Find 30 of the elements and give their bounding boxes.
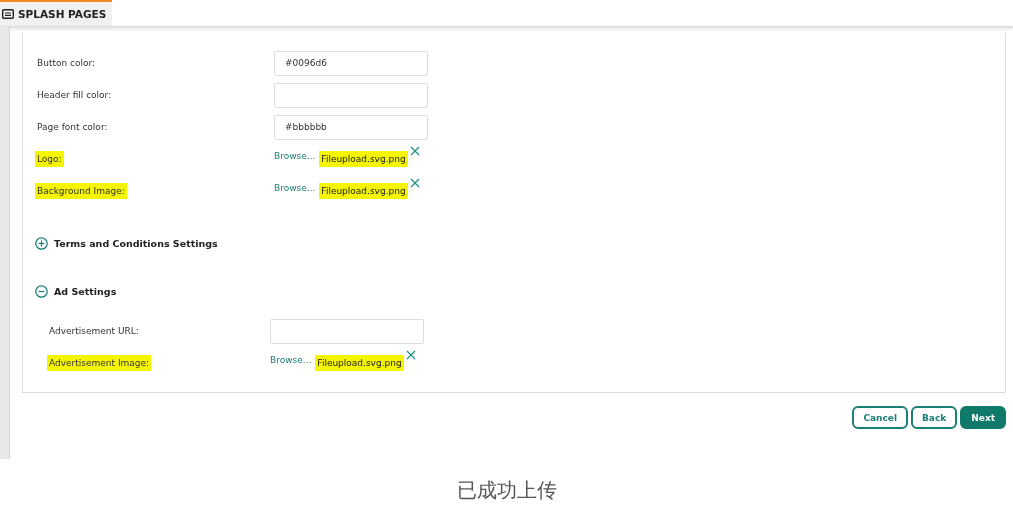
text-field[interactable]: #0096d6 bbox=[274, 50, 428, 76]
field-label: Advertisement URL: bbox=[48, 325, 140, 338]
file-name: Fileupload.svg.png bbox=[319, 151, 408, 167]
field-label: Button color: bbox=[36, 57, 97, 70]
secondary-button[interactable]: Cancel bbox=[852, 406, 908, 429]
caption: 已成功上传 bbox=[456, 478, 557, 502]
field-label: Page font color: bbox=[36, 121, 109, 134]
next-button[interactable]: Next bbox=[960, 406, 1006, 429]
file-name: Fileupload.svg.png bbox=[319, 183, 408, 199]
field-label: Header fill color: bbox=[36, 89, 113, 102]
collapse-icon[interactable] bbox=[35, 284, 48, 298]
field-label: Background Image: bbox=[35, 183, 127, 199]
text-field[interactable] bbox=[274, 82, 428, 108]
file-name: Fileupload.svg.png bbox=[315, 355, 404, 371]
browse-link[interactable]: Browse... bbox=[270, 355, 312, 365]
secondary-button[interactable]: Back bbox=[911, 406, 958, 429]
browse-link[interactable]: Browse... bbox=[274, 151, 316, 161]
expand-icon[interactable] bbox=[35, 236, 48, 250]
browse-link[interactable]: Browse... bbox=[274, 183, 316, 193]
section-title: Ad Settings bbox=[54, 285, 117, 297]
text-field[interactable]: #bbbbbb bbox=[274, 114, 428, 140]
text-field[interactable] bbox=[270, 318, 424, 344]
window-icon bbox=[2, 9, 14, 19]
section-title: Terms and Conditions Settings bbox=[54, 237, 218, 249]
close-icon[interactable] bbox=[405, 350, 416, 360]
close-icon[interactable] bbox=[409, 146, 420, 156]
close-icon[interactable] bbox=[409, 178, 420, 188]
field-label: Logo: bbox=[35, 151, 64, 167]
field-label: Advertisement Image: bbox=[47, 355, 152, 371]
page-tab[interactable]: SPLASH PAGES bbox=[0, 0, 113, 26]
